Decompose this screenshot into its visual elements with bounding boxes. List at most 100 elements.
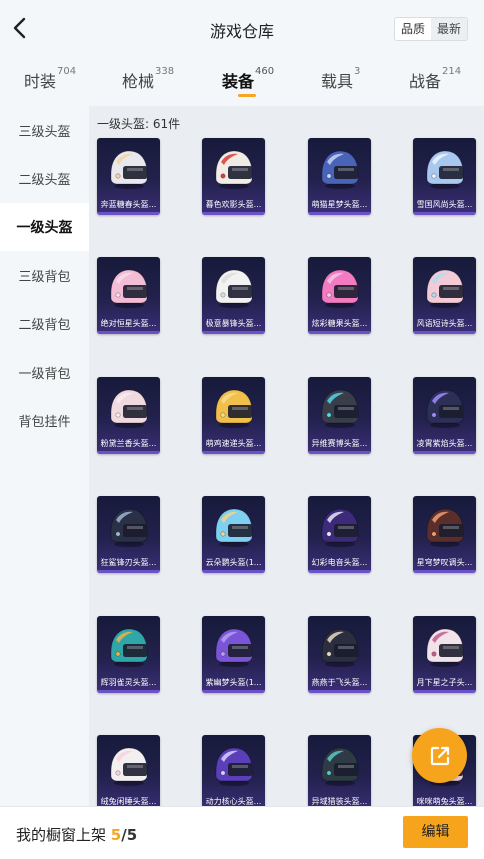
category-tabs: 时装704 枪械338 装备460 载具3 战备214 [0, 58, 484, 104]
tab-count: 460 [255, 66, 275, 77]
item-name: 异域猎装头盔... [311, 797, 368, 806]
helmet-icon [215, 269, 253, 308]
chevron-left-icon [13, 17, 26, 39]
item-card[interactable]: 异域猎装头盔... [308, 735, 371, 806]
tab-label: 时装 [24, 72, 57, 91]
showcase-status: 我的橱窗上架 5/5 [16, 824, 137, 845]
item-name: 辉羽雀灵头盔... [100, 678, 157, 687]
sort-quality-option[interactable]: 品质 [395, 18, 431, 40]
helmet-icon [110, 628, 148, 667]
tab-count: 704 [57, 66, 77, 77]
item-card[interactable]: 星穹梦叹调头... [413, 496, 476, 573]
edit-button[interactable]: 编辑 [403, 816, 468, 848]
item-name: 燕燕于飞头盔... [311, 678, 368, 687]
sidebar-item-level2-helmet[interactable]: 二级头盔 [0, 154, 89, 202]
item-name: 狂鲨锋刃头盔... [100, 558, 157, 567]
item-card[interactable]: 紫幽梦头盔(1... [202, 616, 265, 693]
item-card[interactable]: 辉羽雀灵头盔... [97, 616, 160, 693]
sort-newest-option[interactable]: 最新 [430, 18, 467, 40]
item-name: 萌猫星梦头盔... [311, 200, 368, 209]
item-card[interactable]: 暮色欢影头盔... [202, 138, 265, 215]
item-card[interactable]: 动力核心头盔... [202, 735, 265, 806]
item-card[interactable]: 炫彩糖果头盔... [308, 257, 371, 334]
tab-count: 3 [354, 66, 361, 77]
item-card[interactable]: 燕燕于飞头盔... [308, 616, 371, 693]
section-title: 一级头盔: 61件 [97, 117, 181, 131]
item-card[interactable]: 风语短诗头盔... [413, 257, 476, 334]
item-name: 粉黛兰香头盔... [100, 439, 157, 448]
helmet-icon [321, 628, 359, 667]
item-name: 雪国风尚头盔... [416, 200, 473, 209]
item-name: 月下星之子头... [416, 678, 473, 687]
sort-toggle: 品质 最新 [393, 17, 468, 41]
helmet-icon [321, 747, 359, 786]
sidebar-item-level2-backpack[interactable]: 二级背包 [0, 300, 89, 348]
helmet-icon [215, 628, 253, 667]
helmet-icon [426, 150, 464, 189]
item-name: 绒兔闲睡头盔... [100, 797, 157, 806]
active-tab-indicator [238, 94, 256, 97]
external-link-icon [430, 746, 449, 765]
helmet-icon [321, 269, 359, 308]
tab-label: 战备 [409, 72, 442, 91]
item-card[interactable]: 凌霄紫焰头盔... [413, 377, 476, 454]
item-card[interactable]: 异维赛博头盔... [308, 377, 371, 454]
item-card[interactable]: 绒兔闲睡头盔... [97, 735, 160, 806]
item-card[interactable]: 极意暴锋头盔... [202, 257, 265, 334]
item-card[interactable]: 粉黛兰香头盔... [97, 377, 160, 454]
helmet-icon [321, 389, 359, 428]
tab-fashion[interactable]: 时装704 [24, 66, 77, 92]
helmet-icon [110, 389, 148, 428]
helmet-icon [426, 269, 464, 308]
item-card[interactable]: 狂鲨锋刃头盔... [97, 496, 160, 573]
share-button[interactable] [412, 728, 467, 783]
helmet-icon [321, 150, 359, 189]
item-name: 暮色欢影头盔... [205, 200, 262, 209]
helmet-icon [426, 508, 464, 547]
subcategory-sidebar: 三级头盔 二级头盔 一级头盔 三级背包 二级背包 一级背包 背包挂件 [0, 106, 89, 806]
sidebar-item-level3-backpack[interactable]: 三级背包 [0, 251, 89, 299]
tab-count: 214 [442, 66, 462, 77]
back-button[interactable] [6, 14, 32, 42]
item-name: 星穹梦叹调头... [416, 558, 473, 567]
showcase-footer: 我的橱窗上架 5/5 编辑 [0, 806, 484, 859]
item-card[interactable]: 云朵鹦头盔(1... [202, 496, 265, 573]
item-card[interactable]: 雪国风尚头盔... [413, 138, 476, 215]
item-grid: 一级头盔: 61件 奔蓝糖春头盔... 暮色欢影头盔... 萌猫星梦头盔... 雪国风… [89, 106, 484, 806]
tab-count: 338 [155, 66, 175, 77]
helmet-icon [215, 389, 253, 428]
item-name: 凌霄紫焰头盔... [416, 439, 473, 448]
tab-battle-supplies[interactable]: 战备214 [409, 66, 462, 92]
header: 游戏仓库 品质 最新 [0, 0, 484, 58]
tab-label: 装备 [222, 72, 255, 91]
item-name: 紫幽梦头盔(1... [205, 678, 262, 687]
helmet-icon [321, 508, 359, 547]
sidebar-item-level1-backpack[interactable]: 一级背包 [0, 348, 89, 396]
item-name: 绝对恒星头盔... [100, 319, 157, 328]
item-name: 极意暴锋头盔... [205, 319, 262, 328]
tab-equipment[interactable]: 装备460 [222, 66, 275, 92]
helmet-icon [215, 747, 253, 786]
item-name: 炫彩糖果头盔... [311, 319, 368, 328]
item-name: 奔蓝糖春头盔... [100, 200, 157, 209]
helmet-icon [110, 150, 148, 189]
item-card[interactable]: 奔蓝糖春头盔... [97, 138, 160, 215]
tab-weapons[interactable]: 枪械338 [122, 66, 175, 92]
helmet-icon [215, 508, 253, 547]
tab-label: 载具 [321, 72, 354, 91]
item-card[interactable]: 萌鸡速递头盔... [202, 377, 265, 454]
item-name: 动力核心头盔... [205, 797, 262, 806]
item-name: 幻彩电音头盔... [311, 558, 368, 567]
sidebar-item-level3-helmet[interactable]: 三级头盔 [0, 106, 89, 154]
item-card[interactable]: 萌猫星梦头盔... [308, 138, 371, 215]
sidebar-item-level1-helmet[interactable]: 一级头盔 [0, 202, 89, 252]
showcase-current-count: 5 [110, 826, 122, 844]
item-card[interactable]: 绝对恒星头盔... [97, 257, 160, 334]
item-card[interactable]: 幻彩电音头盔... [308, 496, 371, 573]
helmet-icon [426, 389, 464, 428]
item-card[interactable]: 月下星之子头... [413, 616, 476, 693]
tab-label: 枪械 [122, 72, 155, 91]
tab-vehicles[interactable]: 载具3 [321, 66, 361, 92]
showcase-label: 我的橱窗上架 [16, 826, 107, 844]
sidebar-item-backpack-pendant[interactable]: 背包挂件 [0, 396, 89, 444]
